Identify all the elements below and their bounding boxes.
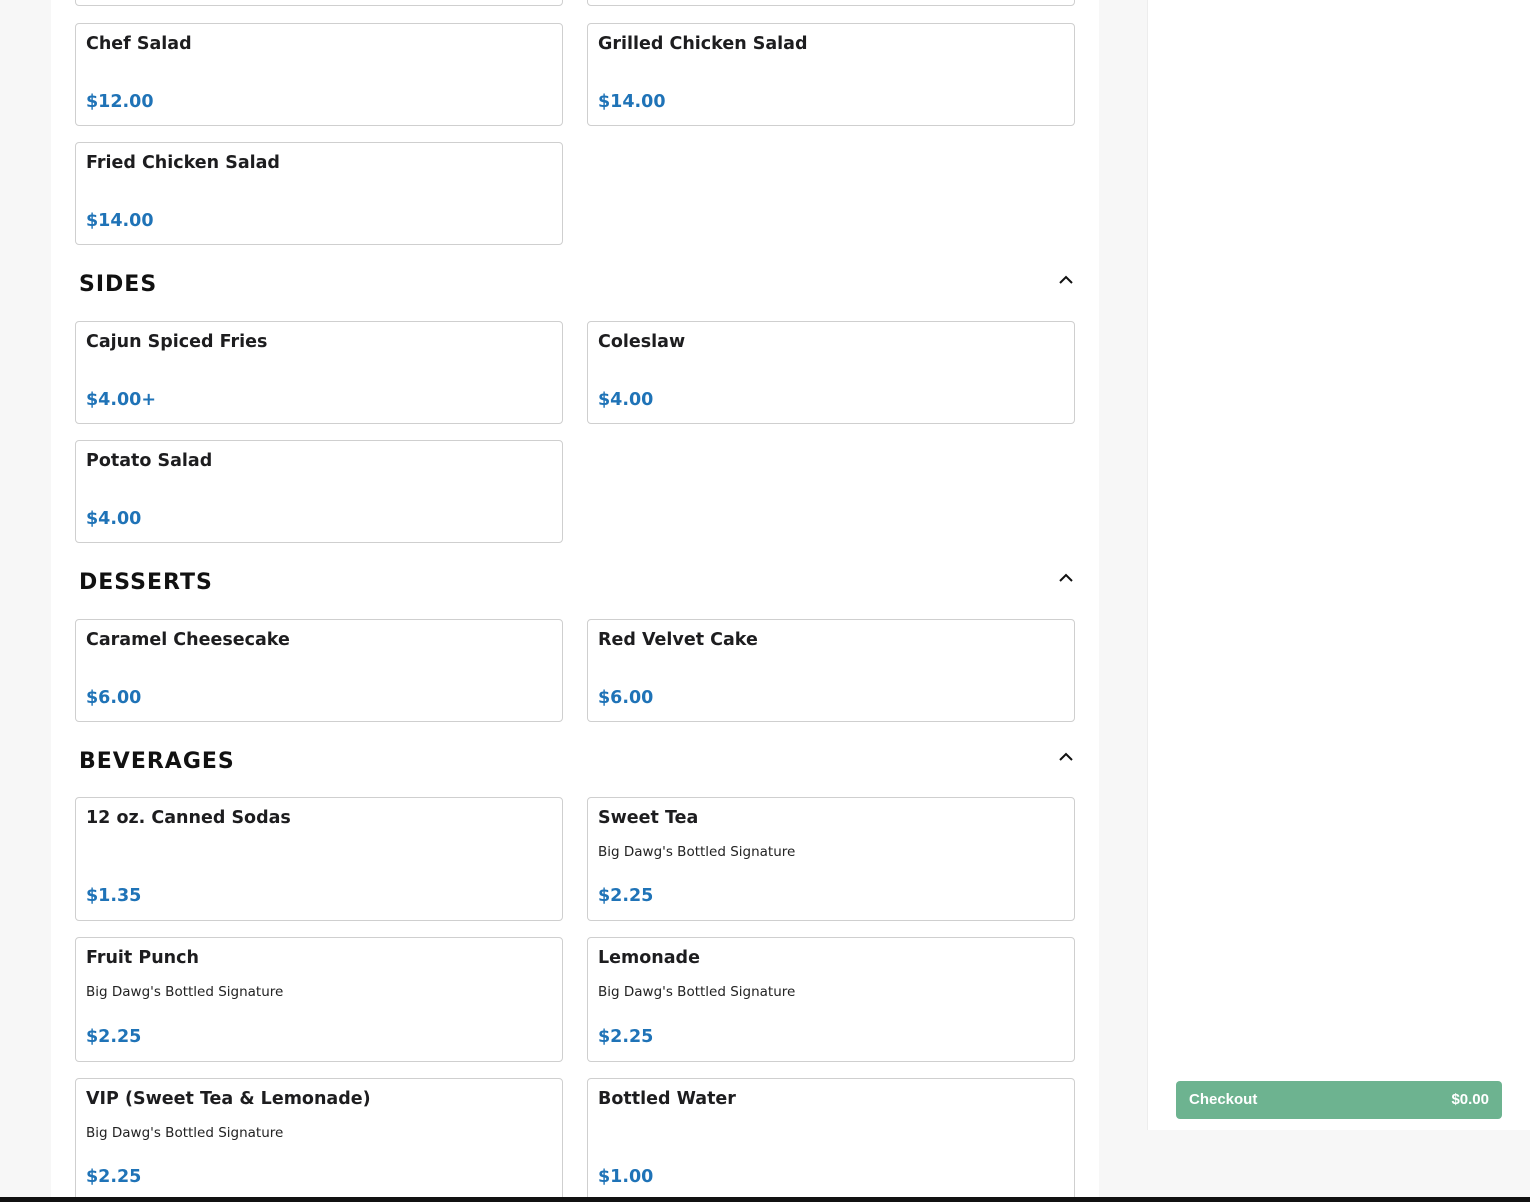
- item-name: Coleslaw: [598, 332, 686, 352]
- checkout-button[interactable]: Checkout $0.00: [1176, 1081, 1502, 1119]
- item-price: $6.00: [598, 688, 654, 708]
- menu-item-lemonade[interactable]: Lemonade Big Dawg's Bottled Signature $2…: [587, 937, 1075, 1062]
- item-price: $4.00: [598, 390, 654, 410]
- item-description: Big Dawg's Bottled Signature: [86, 1125, 284, 1141]
- item-price: $2.25: [86, 1027, 142, 1047]
- chevron-up-icon[interactable]: [1057, 272, 1075, 286]
- item-price: $12.00: [86, 92, 154, 112]
- item-name: Caramel Cheesecake: [86, 630, 290, 650]
- menu-item-caramel-cheesecake[interactable]: Caramel Cheesecake $6.00: [75, 619, 563, 722]
- menu-item-card-partial[interactable]: [587, 0, 1075, 6]
- item-name: Fruit Punch: [86, 948, 199, 968]
- item-price: $14.00: [86, 211, 154, 231]
- item-name: VIP (Sweet Tea & Lemonade): [86, 1089, 371, 1109]
- item-name: Chef Salad: [86, 34, 192, 54]
- item-description: Big Dawg's Bottled Signature: [598, 984, 796, 1000]
- menu-item-vip[interactable]: VIP (Sweet Tea & Lemonade) Big Dawg's Bo…: [75, 1078, 563, 1202]
- menu-column: Chef Salad $12.00 Grilled Chicken Salad …: [51, 0, 1099, 1202]
- menu-item-potato-salad[interactable]: Potato Salad $4.00: [75, 440, 563, 543]
- menu-item-fried-chicken-salad[interactable]: Fried Chicken Salad $14.00: [75, 142, 563, 245]
- item-price: $2.25: [598, 1027, 654, 1047]
- menu-item-canned-sodas[interactable]: 12 oz. Canned Sodas $1.35: [75, 797, 563, 921]
- item-price: $14.00: [598, 92, 666, 112]
- item-price: $4.00: [86, 509, 142, 529]
- menu-item-grilled-chicken-salad[interactable]: Grilled Chicken Salad $14.00: [587, 23, 1075, 126]
- item-price: $1.35: [86, 886, 142, 906]
- chevron-up-icon[interactable]: [1057, 749, 1075, 763]
- menu-item-red-velvet-cake[interactable]: Red Velvet Cake $6.00: [587, 619, 1075, 722]
- menu-item-card-partial[interactable]: [75, 0, 563, 6]
- item-description: Big Dawg's Bottled Signature: [86, 984, 284, 1000]
- item-price: $4.00+: [86, 390, 157, 410]
- menu-item-fruit-punch[interactable]: Fruit Punch Big Dawg's Bottled Signature…: [75, 937, 563, 1062]
- item-name: Fried Chicken Salad: [86, 153, 280, 173]
- menu-item-sweet-tea[interactable]: Sweet Tea Big Dawg's Bottled Signature $…: [587, 797, 1075, 921]
- item-description: Big Dawg's Bottled Signature: [598, 844, 796, 860]
- item-name: Grilled Chicken Salad: [598, 34, 808, 54]
- item-name: Cajun Spiced Fries: [86, 332, 268, 352]
- checkout-label: Checkout: [1189, 1091, 1258, 1108]
- menu-item-cajun-spiced-fries[interactable]: Cajun Spiced Fries $4.00+: [75, 321, 563, 424]
- menu-item-bottled-water[interactable]: Bottled Water $1.00: [587, 1078, 1075, 1202]
- item-name: Potato Salad: [86, 451, 213, 471]
- section-title-beverages: BEVERAGES: [79, 749, 235, 774]
- item-name: Bottled Water: [598, 1089, 736, 1109]
- cart-panel: [1147, 0, 1530, 1130]
- item-price: $1.00: [598, 1167, 654, 1187]
- item-name: Lemonade: [598, 948, 700, 968]
- section-title-sides: SIDES: [79, 272, 158, 297]
- item-price: $2.25: [86, 1167, 142, 1187]
- chevron-up-icon[interactable]: [1057, 570, 1075, 584]
- bottom-edge: [0, 1197, 1530, 1202]
- item-name: Red Velvet Cake: [598, 630, 758, 650]
- item-price: $2.25: [598, 886, 654, 906]
- section-title-desserts: DESSERTS: [79, 570, 213, 595]
- item-price: $6.00: [86, 688, 142, 708]
- menu-item-coleslaw[interactable]: Coleslaw $4.00: [587, 321, 1075, 424]
- menu-item-chef-salad[interactable]: Chef Salad $12.00: [75, 23, 563, 126]
- item-name: Sweet Tea: [598, 808, 699, 828]
- item-name: 12 oz. Canned Sodas: [86, 808, 291, 828]
- checkout-total: $0.00: [1451, 1091, 1489, 1108]
